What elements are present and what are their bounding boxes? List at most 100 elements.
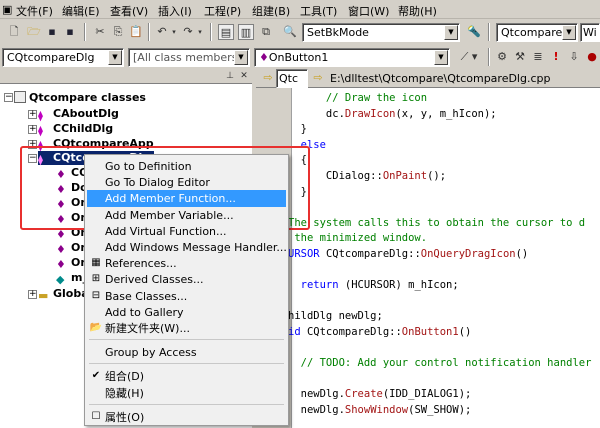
tree-root-label: Qtcompare classes <box>29 91 146 104</box>
member-combo-value: ♦OnButton1 <box>259 51 328 64</box>
menu-file[interactable]: 文件(F) <box>16 3 53 19</box>
code-token: (x, y, m_hIcon); <box>395 107 497 120</box>
build-icon[interactable]: ⚒ <box>512 49 528 65</box>
chevron-down-icon[interactable]: ▼ <box>108 50 122 65</box>
code-line: newDlg.Create(IDD_DIALOG1); <box>288 388 472 403</box>
save-all-icon[interactable]: ▪ <box>62 24 78 40</box>
open-folder-icon[interactable]: 🗁 <box>26 24 42 40</box>
menu-item-d[interactable]: ✔ 组合(D) <box>87 368 286 385</box>
chevron-down-icon[interactable]: ▼ <box>234 50 248 65</box>
window-list-icon[interactable]: ⧉ <box>258 24 274 40</box>
code-line: else <box>288 138 326 151</box>
expand-icon[interactable]: + <box>28 110 37 119</box>
tree-class-cchilddlg[interactable]: ⧫ CChildDlg <box>38 122 113 137</box>
workspace-icon[interactable]: ▤ <box>218 24 234 40</box>
expand-icon[interactable]: + <box>28 290 37 299</box>
execute-icon[interactable]: ! <box>548 49 564 65</box>
code-line: // Draw the icon <box>288 92 428 104</box>
menu-separator <box>89 363 284 365</box>
cut-icon[interactable]: ✂ <box>92 24 108 40</box>
copy-icon[interactable]: ⎘ <box>110 24 126 40</box>
wizard-action-icon[interactable]: ⟋ ▾ <box>456 49 482 65</box>
new-file-icon[interactable]: 🗋 <box>6 24 22 40</box>
menu-item-add-windows-message-handler[interactable]: Add Windows Message Handler... <box>87 239 287 256</box>
tree-class-cqtcompareapp[interactable]: ⧫ CQtcompareApp <box>38 137 154 152</box>
menu-item-label: 新建文件夹(W)... <box>105 322 190 335</box>
member-function-icon: ♦ <box>56 258 66 271</box>
folder-icon: ▬ <box>38 289 49 302</box>
collapse-icon[interactable]: − <box>4 93 13 102</box>
menu-help[interactable]: 帮助(H) <box>398 3 437 19</box>
tree-class-label: CQtcompareApp <box>53 137 154 150</box>
member-function-icon: ♦ <box>56 213 66 226</box>
code-token: id <box>288 326 307 338</box>
menu-view[interactable]: 查看(V) <box>110 3 148 19</box>
folder-nav-icon[interactable]: ⇨ <box>260 70 276 86</box>
menu-project[interactable]: 工程(P) <box>204 3 241 19</box>
menu-item-base-classes[interactable]: ⊟ Base Classes... <box>87 288 286 305</box>
menu-item-o[interactable]: ☐ 属性(O) <box>87 409 286 426</box>
menu-item-go-to-dialog-editor[interactable]: Go To Dialog Editor <box>87 174 286 191</box>
menu-item-h[interactable]: 隐藏(H) <box>87 385 286 402</box>
expand-icon[interactable]: + <box>28 140 37 149</box>
code-line: URSOR CQtcompareDlg::OnQueryDragIcon() <box>288 248 528 263</box>
code-token: DrawIcon <box>344 107 396 120</box>
tree-class-label: CAboutDlg <box>53 107 119 120</box>
rebuild-icon[interactable]: ≣ <box>530 49 546 65</box>
redo-dropdown-icon[interactable]: ▾ <box>192 24 208 40</box>
menu-item-add-to-gallery[interactable]: Add to Gallery <box>87 304 286 321</box>
expand-icon[interactable]: + <box>28 125 37 134</box>
code-token: CDialog:: <box>288 170 383 182</box>
menu-item-derived-classes[interactable]: ⊞ Derived Classes... <box>87 271 286 288</box>
code-token: ShowWindow <box>344 404 409 416</box>
menu-item-w[interactable]: 📂 新建文件夹(W)... <box>87 320 286 337</box>
chevron-down-icon[interactable]: ▼ <box>444 25 458 40</box>
member-function-icon: ♦ <box>56 198 66 211</box>
menu-item-references[interactable]: ▦ References... <box>87 255 286 272</box>
filter-combo[interactable]: [All class members] ▼ <box>128 48 250 67</box>
editor-nav-combo[interactable]: Qtc <box>276 69 308 88</box>
class-combo[interactable]: CQtcompareDlg ▼ <box>2 48 124 67</box>
code-line: // TODO: Add your control notification h… <box>288 357 592 370</box>
menu-item-group-by-access[interactable]: Group by Access <box>87 344 286 361</box>
chevron-down-icon[interactable]: ▼ <box>434 50 448 65</box>
menu-tools[interactable]: 工具(T) <box>300 3 337 19</box>
code-token: (HCURSOR) m_hIcon; <box>344 279 459 292</box>
menu-item-add-member-variable[interactable]: Add Member Variable... <box>87 207 286 224</box>
find-combo[interactable]: SetBkMode ▼ <box>302 23 460 42</box>
find-in-files-icon[interactable]: 🔍 <box>282 24 298 40</box>
member-combo-text: OnButton1 <box>268 51 329 64</box>
tree-globals[interactable]: ▬ Globa <box>38 287 89 302</box>
tree-class-caboutdlg[interactable]: ⧫ CAboutDlg <box>38 107 119 122</box>
menu-item-label: Add Member Function... <box>105 192 236 206</box>
output-icon[interactable]: ▥ <box>238 24 254 40</box>
member-function-icon: ♦ <box>56 168 66 181</box>
checkmark-icon: ✔ <box>91 370 101 382</box>
menu-edit[interactable]: 编辑(E) <box>62 3 100 19</box>
menu-insert[interactable]: 插入(I) <box>158 3 192 19</box>
go-icon[interactable]: ⇩ <box>566 49 582 65</box>
save-icon[interactable]: ▪ <box>44 24 60 40</box>
find-combo-value: SetBkMode <box>307 26 369 39</box>
menu-item-add-virtual-function[interactable]: Add Virtual Function... <box>87 223 286 240</box>
menu-item-go-to-definition[interactable]: Go to Definition <box>87 158 286 175</box>
menu-build[interactable]: 组建(B) <box>252 3 290 19</box>
collapse-icon[interactable]: − <box>28 154 37 163</box>
tree-root[interactable]: Qtcompare classes <box>14 91 146 105</box>
platform-combo[interactable]: Wi <box>580 23 600 42</box>
code-token: () <box>458 326 472 338</box>
project-combo[interactable]: Qtcompare ▼ <box>496 23 578 42</box>
paste-icon[interactable]: 📋 <box>128 24 144 40</box>
code-line: return (HCURSOR) m_hIcon; <box>288 279 459 294</box>
tree-member[interactable]: ♦ Do <box>56 181 88 196</box>
breakpoint-icon[interactable]: ● <box>584 49 600 65</box>
menu-window[interactable]: 窗口(W) <box>348 3 389 19</box>
menu-item-add-member-function[interactable]: Add Member Function... <box>87 190 286 208</box>
file-nav-icon[interactable]: ⇨ <box>310 70 326 86</box>
toolbar-wizardbar: CQtcompareDlg ▼ [All class members] ▼ ♦O… <box>0 45 600 69</box>
compile-icon[interactable]: ⚙ <box>494 49 510 65</box>
find-icon[interactable]: 🔦 <box>466 24 482 40</box>
member-combo[interactable]: ♦OnButton1 ▼ <box>254 48 450 67</box>
close-icon[interactable]: ✕ <box>236 68 252 84</box>
chevron-down-icon[interactable]: ▼ <box>562 25 576 40</box>
